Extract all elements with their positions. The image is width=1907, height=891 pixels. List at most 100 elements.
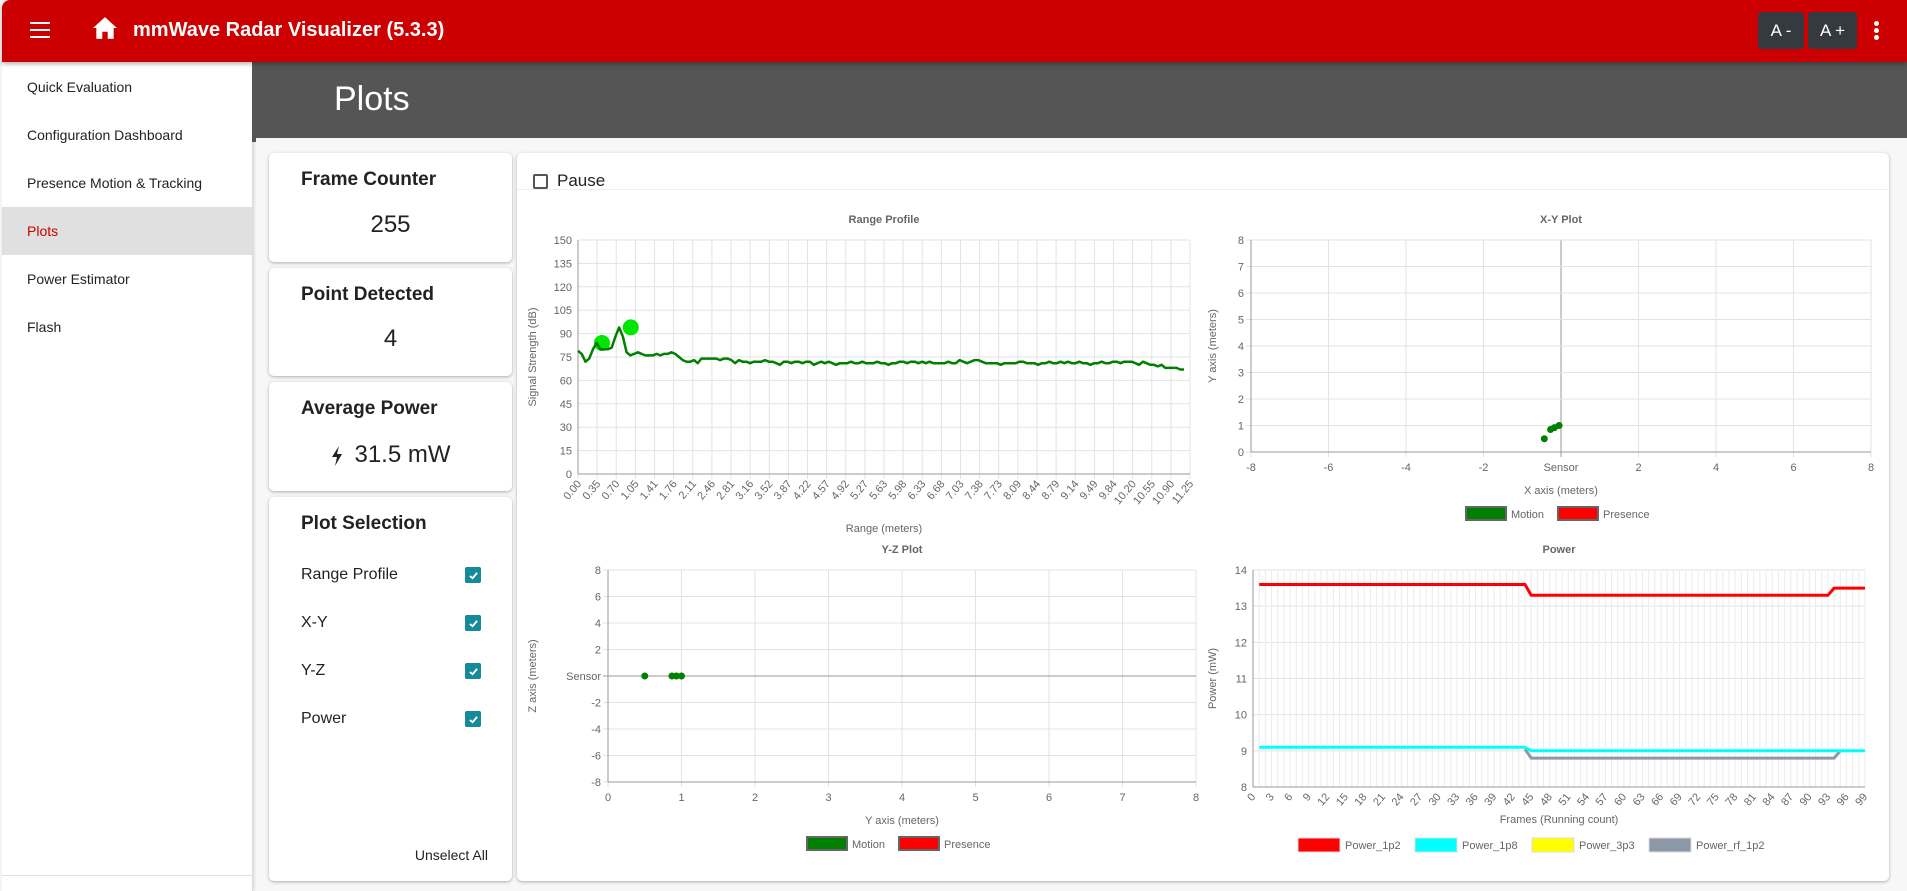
x-tick-label: 69 — [1668, 791, 1685, 808]
x-tick-label: 63 — [1631, 791, 1648, 808]
pause-toggle[interactable]: Pause — [533, 171, 605, 191]
y-tick-label: 15 — [560, 446, 572, 458]
x-tick-label: 9.14 — [1059, 478, 1082, 502]
x-tick-label: 3.87 — [772, 478, 795, 502]
sidebar-item-plots[interactable]: Plots — [2, 207, 252, 255]
legend-swatch-presence — [898, 836, 940, 851]
x-tick-label: 87 — [1779, 791, 1796, 808]
xy-checkbox[interactable] — [465, 615, 481, 631]
sidebar-item-presence-motion-tracking[interactable]: Presence Motion & Tracking — [2, 159, 252, 207]
y-tick-label: 8 — [1238, 235, 1244, 247]
x-tick-label: 0.00 — [561, 478, 584, 502]
checkmark-icon — [468, 667, 478, 676]
chart-title: X-Y Plot — [1540, 214, 1582, 226]
hamburger-menu-icon[interactable] — [30, 22, 50, 38]
x-tick-label: 57 — [1594, 791, 1611, 808]
x-tick-label: 8.09 — [1001, 478, 1024, 502]
checkmark-icon — [468, 571, 478, 580]
plot-option-power[interactable]: Power — [301, 707, 481, 731]
font-increase-button[interactable]: A + — [1808, 12, 1857, 49]
pause-checkbox[interactable] — [533, 173, 548, 189]
x-tick-label: 6.68 — [925, 478, 948, 502]
y-tick-label: 5 — [1238, 315, 1244, 327]
x-tick-label: -4 — [1401, 462, 1411, 474]
points-detected-card: Point Detected 4 — [269, 268, 512, 376]
sidebar-item-flash[interactable]: Flash — [2, 303, 252, 351]
legend-swatch-power_1p2 — [1297, 837, 1341, 853]
x-tick-label: 3 — [1264, 791, 1277, 803]
x-tick-label: 4.22 — [791, 478, 814, 502]
x-tick-label: 66 — [1649, 791, 1666, 808]
x-tick-label: 0.70 — [600, 478, 623, 502]
plot-option-range-profile[interactable]: Range Profile — [301, 563, 481, 587]
data-point — [1540, 435, 1548, 443]
plot-option-xy[interactable]: X-Y — [301, 611, 481, 635]
power-checkbox[interactable] — [465, 711, 481, 727]
average-power-row: 31.5 mW — [269, 441, 512, 469]
points-detected-value: 4 — [383, 325, 398, 352]
x-tick-label: 4.92 — [829, 478, 852, 502]
peak-marker — [622, 319, 639, 336]
x-tick-label: -8 — [1246, 462, 1256, 474]
sidebar: Quick Evaluation Configuration Dashboard… — [2, 62, 256, 891]
x-tick-label: 96 — [1835, 791, 1852, 808]
plot-option-label: Range Profile — [301, 566, 398, 583]
y-tick-label: 2 — [1238, 394, 1244, 406]
x-tick-label: 21 — [1371, 791, 1388, 808]
y-tick-label: 14 — [1235, 565, 1247, 577]
checkmark-icon — [468, 715, 478, 724]
frame-counter-label: Frame Counter — [301, 169, 437, 190]
range-profile-chart: Range Profile 0 15 30 45 60 75 90 105 120 135 150 0.… — [527, 214, 1196, 535]
range-profile-checkbox[interactable] — [465, 567, 481, 583]
y-tick-label: 6 — [595, 592, 601, 604]
plot-selection-card: Plot Selection Range Profile X-Y Y-Z Pow… — [269, 497, 512, 881]
x-tick-label: 1.05 — [619, 478, 642, 502]
more-options-icon[interactable] — [1872, 21, 1880, 41]
legend-label: Presence — [944, 839, 990, 851]
x-tick-label: 2 — [752, 792, 758, 804]
x-tick-label: 8.44 — [1020, 478, 1043, 502]
x-tick-label: 3.52 — [753, 478, 776, 502]
x-tick-label: 1 — [678, 792, 684, 804]
data-point — [1555, 422, 1563, 429]
yz-plot-chart: Y-Z Plot 0 1 2 3 4 5 6 7 8 -8 -6 -4 -2 Sensor 2 4 6 8 Y axi… — [527, 544, 1199, 851]
sidebar-item-power-estimator[interactable]: Power Estimator — [2, 255, 252, 303]
y-tick-label: 6 — [1238, 288, 1244, 300]
legend-swatch-motion — [1465, 506, 1507, 521]
plot-option-yz[interactable]: Y-Z — [301, 659, 481, 683]
legend-label: Power_rf_1p2 — [1696, 840, 1765, 852]
x-axis-label: Range (meters) — [846, 523, 922, 535]
page-title: Plots — [334, 80, 410, 118]
home-icon[interactable] — [92, 16, 118, 40]
chart-title: Power — [1542, 544, 1576, 556]
x-tick-label: 1.76 — [657, 478, 680, 502]
x-tick-label: 5.27 — [848, 478, 871, 502]
legend-swatch-power_3p3 — [1531, 837, 1575, 853]
unselect-all-button[interactable]: Unselect All — [415, 847, 488, 863]
y-tick-label: 75 — [560, 352, 572, 364]
y-tick-label: Sensor — [566, 671, 601, 683]
sidebar-item-configuration-dashboard[interactable]: Configuration Dashboard — [2, 111, 252, 159]
xy-plot-chart: X-Y Plot -8 -6 -4 -2 Sensor 2 4 6 8 0 1 2 3 4 5 6 7 8 X axi… — [1207, 214, 1874, 521]
x-tick-label: 7.73 — [982, 478, 1005, 502]
sidebar-item-quick-evaluation[interactable]: Quick Evaluation — [2, 63, 252, 111]
y-tick-label: 120 — [554, 282, 572, 294]
x-tick-label: 5.63 — [867, 478, 890, 502]
x-tick-label: 9.49 — [1078, 478, 1101, 502]
page-banner: Plots — [254, 62, 1907, 138]
y-tick-label: 9 — [1241, 746, 1247, 758]
legend-swatch-power_rf_1p2 — [1648, 837, 1692, 853]
y-axis-label: Power (mW) — [1207, 648, 1219, 709]
x-tick-label: 6 — [1282, 791, 1295, 803]
x-tick-label: 39 — [1482, 791, 1499, 808]
font-decrease-button[interactable]: A - — [1758, 12, 1804, 49]
checkmark-icon — [468, 619, 478, 628]
yz-checkbox[interactable] — [465, 663, 481, 679]
x-tick-label: 9 — [1301, 791, 1314, 803]
x-tick-label: 3.16 — [733, 478, 756, 502]
y-tick-label: -6 — [591, 751, 601, 763]
legend-swatch-presence — [1557, 506, 1599, 521]
pause-divider — [517, 189, 1889, 190]
app-title: mmWave Radar Visualizer (5.3.3) — [133, 19, 445, 41]
frame-counter-value: 255 — [370, 211, 411, 238]
